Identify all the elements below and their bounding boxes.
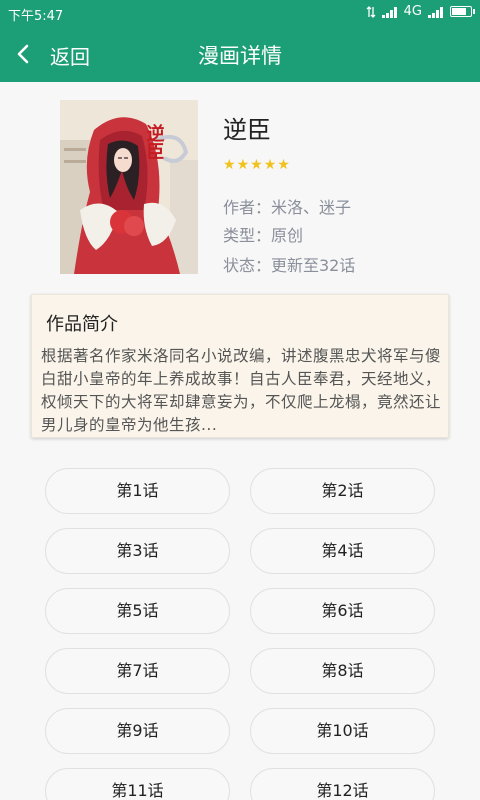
status-icons: 4G — [366, 4, 475, 19]
author-label: 作者：米洛、迷子 — [223, 198, 352, 217]
comic-title: 逆臣 — [223, 116, 271, 144]
chapter-button-7[interactable]: 第7话 — [45, 648, 230, 694]
chapter-button-6[interactable]: 第6话 — [250, 588, 435, 634]
back-button[interactable]: 返回 — [50, 41, 90, 70]
comic-cover-image: 逆臣 — [60, 100, 198, 274]
star-icon: ★ — [277, 157, 290, 173]
cover-illustration: 逆臣 — [60, 100, 198, 274]
data-arrows-icon — [366, 5, 376, 18]
star-icon: ★ — [263, 157, 277, 173]
star-icon: ★ — [236, 157, 250, 173]
rating-stars: ★ ★ ★ ★ ★ — [223, 157, 290, 173]
chapter-button-2[interactable]: 第2话 — [250, 468, 435, 514]
chapter-button-4[interactable]: 第4话 — [250, 528, 435, 574]
chapter-button-8[interactable]: 第8话 — [250, 648, 435, 694]
app-bar: 返回 漫画详情 — [0, 26, 480, 82]
chapter-button-9[interactable]: 第9话 — [45, 708, 230, 754]
chapter-button-10[interactable]: 第10话 — [250, 708, 435, 754]
battery-icon — [450, 6, 475, 17]
synopsis-heading: 作品简介 — [46, 314, 118, 335]
chevron-left-icon[interactable] — [16, 44, 30, 64]
synopsis-text: 根据著名作家米洛同名小说改编，讲述腹黑忠犬将军与傻白甜小皇帝的年上养成故事！自古… — [41, 347, 442, 434]
star-icon: ★ — [250, 157, 263, 173]
chapter-button-1[interactable]: 第1话 — [45, 468, 230, 514]
star-icon: ★ — [223, 157, 236, 173]
synopsis-card: 作品简介 根据著名作家米洛同名小说改编，讲述腹黑忠犬将军与傻白甜小皇帝的年上养成… — [31, 294, 449, 438]
network-type: 4G — [403, 4, 422, 19]
chapter-button-3[interactable]: 第3话 — [45, 528, 230, 574]
signal-icon — [381, 6, 398, 18]
type-label: 类型：原创 — [223, 226, 304, 245]
cover-calligraphy: 逆臣 — [144, 123, 165, 160]
chapter-button-12[interactable]: 第12话 — [250, 768, 435, 800]
status-bar: 下午5:47 4G — [0, 0, 480, 26]
status-time: 下午5:47 — [8, 9, 64, 24]
chapter-button-5[interactable]: 第5话 — [45, 588, 230, 634]
signal-icon — [428, 6, 444, 18]
chapter-button-11[interactable]: 第11话 — [45, 768, 230, 800]
status-label: 状态：更新至32话 — [223, 256, 356, 275]
